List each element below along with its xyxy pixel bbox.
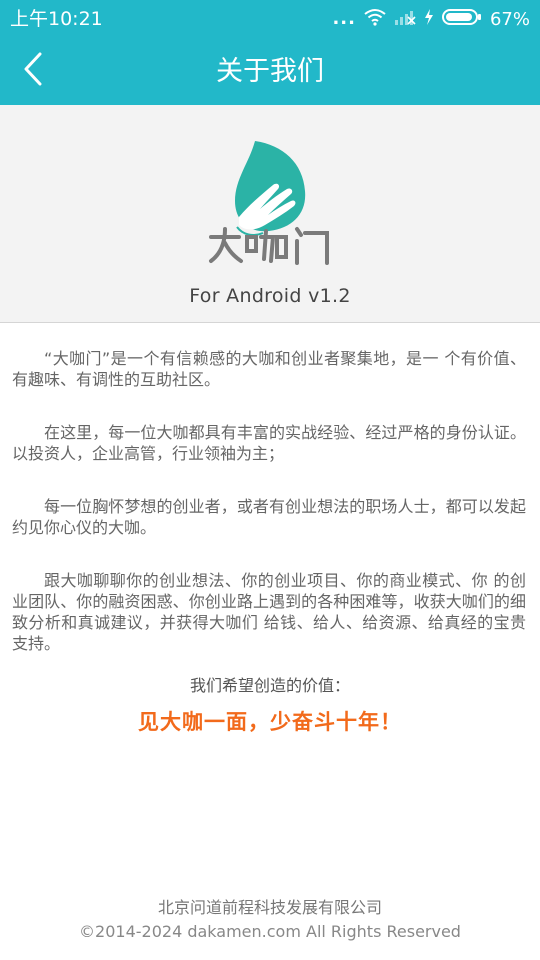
header-bar: 上午10:21 ... 67% 关于我们 xyxy=(0,0,540,105)
more-dots-icon: ... xyxy=(332,8,356,29)
about-content: “大咖门”是一个有信赖感的大咖和创业者聚集地，是一 个有价值、有趣味、有调性的互… xyxy=(12,348,526,684)
status-bar: 上午10:21 ... 67% xyxy=(0,0,540,38)
company-name: 北京问道前程科技发展有限公司 xyxy=(157,898,382,917)
value-label: 我们希望创造的价值： xyxy=(189,676,350,695)
signal-icon xyxy=(394,8,416,30)
app-info-section: For Android v1.2 xyxy=(0,105,540,323)
battery-icon xyxy=(441,8,482,30)
slogan: 见大咖一面，少奋斗十年！ xyxy=(138,710,402,734)
wifi-icon xyxy=(364,8,386,30)
nav-bar: 关于我们 xyxy=(0,38,540,105)
app-logo xyxy=(205,133,335,268)
app-version: For Android v1.2 xyxy=(189,285,351,307)
charging-icon xyxy=(424,8,434,30)
status-icons: ... 67% xyxy=(324,6,530,32)
page-title: 关于我们 xyxy=(216,56,324,87)
about-paragraph-4: 跟大咖聊聊你的创业想法、你的创业项目、你的商业模式、你 的创业团队、你的融资困惑… xyxy=(12,571,526,653)
about-paragraph-3: 每一位胸怀梦想的创业者，或者有创业想法的职场人士，都可以发起约见你心仪的大咖。 xyxy=(12,497,526,537)
battery-percentage: 67% xyxy=(489,8,530,30)
status-time: 上午10:21 xyxy=(10,8,103,30)
about-paragraph-2: 在这里，每一位大咖都具有丰富的实战经验、经过严格的身份认证。以投资人，企业高管，… xyxy=(12,423,526,463)
about-paragraph-1: “大咖门”是一个有信赖感的大咖和创业者聚集地，是一 个有价值、有趣味、有调性的互… xyxy=(12,349,526,389)
copyright: ©2014-2024 dakamen.com All Rights Reserv… xyxy=(79,922,461,941)
